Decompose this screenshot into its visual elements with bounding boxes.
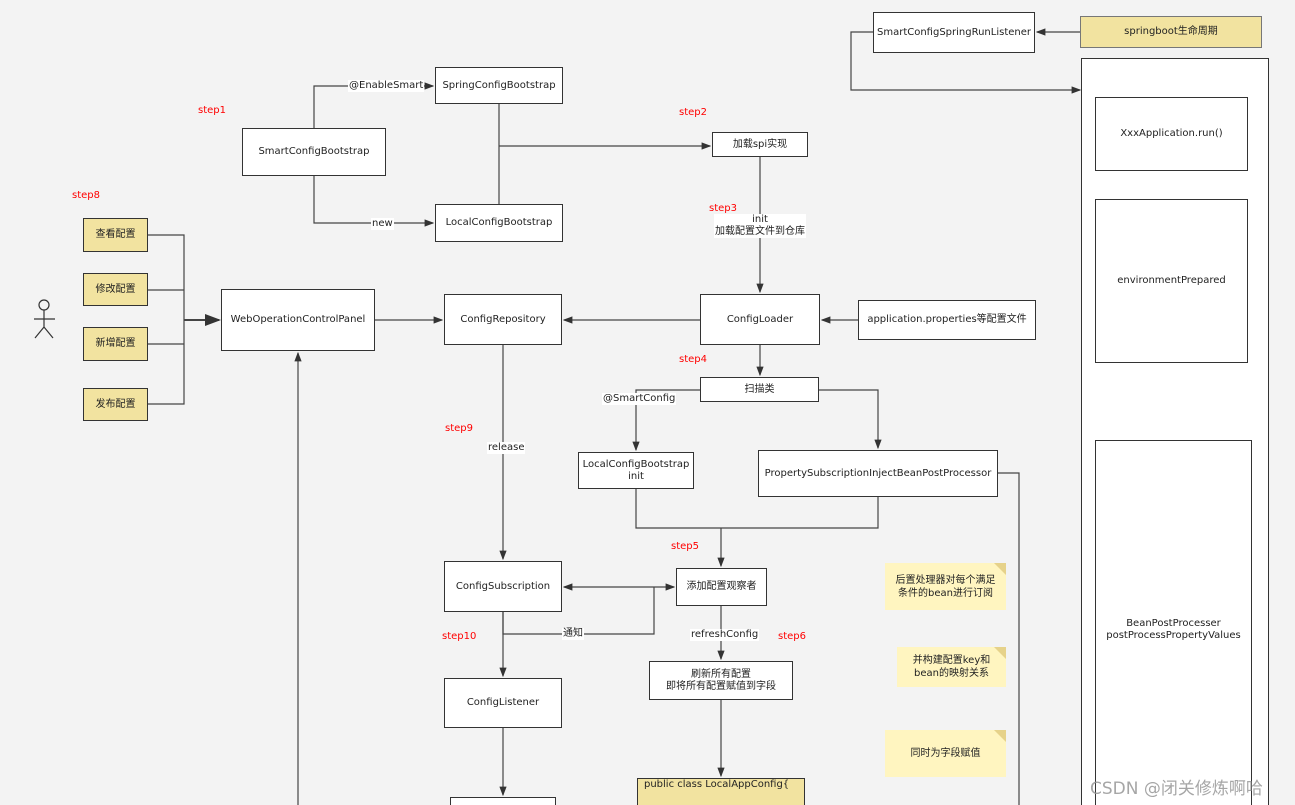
smart-bootstrap-box: SmartConfigBootstrap <box>242 128 386 176</box>
app-run-box: XxxApplication.run() <box>1095 97 1248 171</box>
bottom-box <box>450 797 556 805</box>
diagram-canvas: SmartConfigSpringRunListener springboot生… <box>0 0 1295 805</box>
step5-label: step5 <box>671 541 699 552</box>
label-init: init 加载配置文件到仓库 <box>714 214 806 238</box>
step3-label: step3 <box>709 203 737 214</box>
scan-class-box: 扫描类 <box>700 377 819 402</box>
env-prepared-box: environmentPrepared <box>1095 199 1248 363</box>
label-refresh-config: refreshConfig <box>690 629 760 641</box>
step1-label: step1 <box>198 105 226 116</box>
note-assign: 同时为字段赋值 <box>885 730 1006 777</box>
app-properties-box: application.properties等配置文件 <box>858 300 1036 340</box>
bean-post-box: BeanPostProcesser postProcessPropertyVal… <box>1095 440 1252 805</box>
step8-label: step8 <box>72 190 100 201</box>
config-subscription-box: ConfigSubscription <box>444 561 562 612</box>
label-notify: 通知 <box>562 628 584 640</box>
property-processor-box: PropertySubscriptionInjectBeanPostProces… <box>758 450 998 497</box>
local-bootstrap-box: LocalConfigBootstrap <box>435 204 563 242</box>
view-config-box[interactable]: 查看配置 <box>83 218 148 252</box>
step2-label: step2 <box>679 107 707 118</box>
step4-label: step4 <box>679 354 707 365</box>
label-release: release <box>487 442 526 454</box>
step10-label: step10 <box>442 631 477 642</box>
label-smart-config: @SmartConfig <box>602 393 677 405</box>
local-app-config-box: public class LocalAppConfig{ <box>637 778 805 805</box>
config-loader-box: ConfigLoader <box>700 294 820 345</box>
web-panel-box: WebOperationControlPanel <box>221 289 375 351</box>
add-observer-box: 添加配置观察者 <box>676 568 767 606</box>
refresh-all-box: 刷新所有配置 即将所有配置赋值到字段 <box>649 661 793 700</box>
local-bootstrap-init-box: LocalConfigBootstrap init <box>578 452 694 489</box>
publish-config-box[interactable]: 发布配置 <box>83 388 148 421</box>
note-mapping: 并构建配置key和 bean的映射关系 <box>897 647 1006 687</box>
note-subscribe: 后置处理器对每个满足 条件的bean进行订阅 <box>885 563 1006 610</box>
config-listener-box: ConfigListener <box>444 678 562 728</box>
actor-icon <box>34 299 55 339</box>
spring-bootstrap-box: SpringConfigBootstrap <box>435 67 563 104</box>
label-new: new <box>371 218 394 230</box>
add-config-box[interactable]: 新增配置 <box>83 327 148 361</box>
step6-label: step6 <box>778 631 806 642</box>
edit-config-box[interactable]: 修改配置 <box>83 273 148 306</box>
label-enable-smart: @EnableSmart <box>348 80 425 92</box>
watermark: CSDN @闭关修炼啊哈 <box>1090 779 1263 799</box>
step9-label: step9 <box>445 423 473 434</box>
config-repository-box: ConfigRepository <box>444 294 562 345</box>
lifecycle-box: springboot生命周期 <box>1080 16 1262 48</box>
run-listener-box: SmartConfigSpringRunListener <box>873 12 1035 53</box>
load-spi-box: 加载spi实现 <box>712 132 808 157</box>
